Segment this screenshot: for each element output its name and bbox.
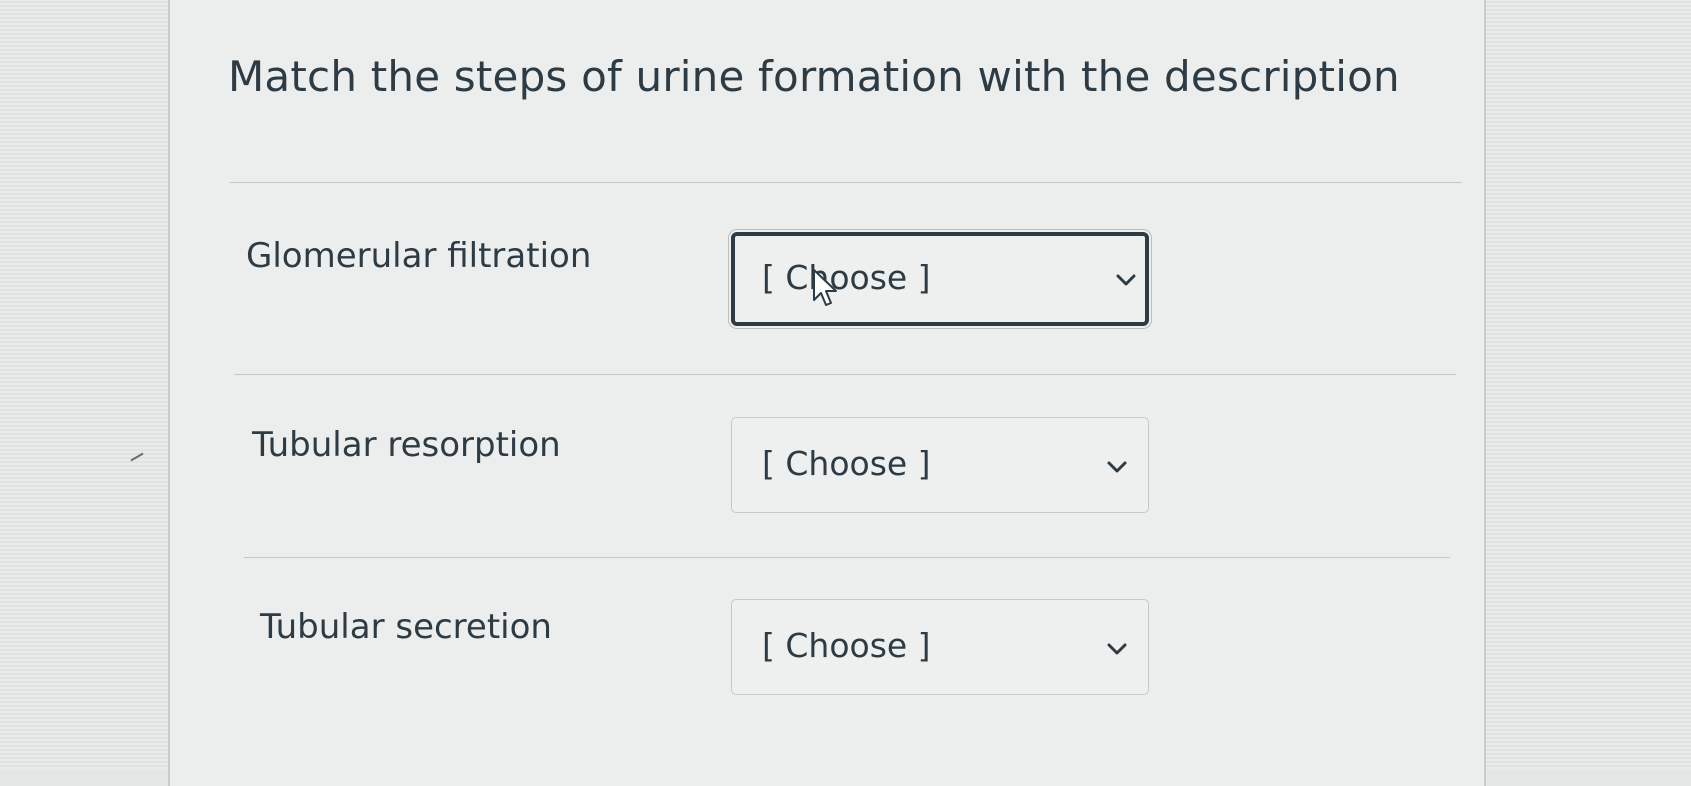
mouse-pointer-icon [813,269,837,306]
match-select-tubular-resorption[interactable]: [ Choose ] [731,417,1149,513]
select-value: [ Choose ] [762,258,931,297]
select-value: [ Choose ] [762,444,931,483]
stray-mark [130,452,144,462]
match-label-glomerular-filtration: Glomerular filtration [246,236,592,276]
divider [244,557,1450,558]
question-title: Match the steps of urine formation with … [228,52,1400,101]
chevron-down-icon [1116,274,1136,286]
match-label-tubular-secretion: Tubular secretion [260,607,552,647]
select-value: [ Choose ] [762,626,931,665]
match-select-glomerular-filtration[interactable]: [ Choose ] [731,232,1149,326]
divider [234,374,1456,375]
match-select-tubular-secretion[interactable]: [ Choose ] [731,599,1149,695]
match-label-tubular-resorption: Tubular resorption [252,425,561,465]
chevron-down-icon [1107,643,1127,655]
chevron-down-icon [1107,461,1127,473]
divider [230,182,1462,183]
